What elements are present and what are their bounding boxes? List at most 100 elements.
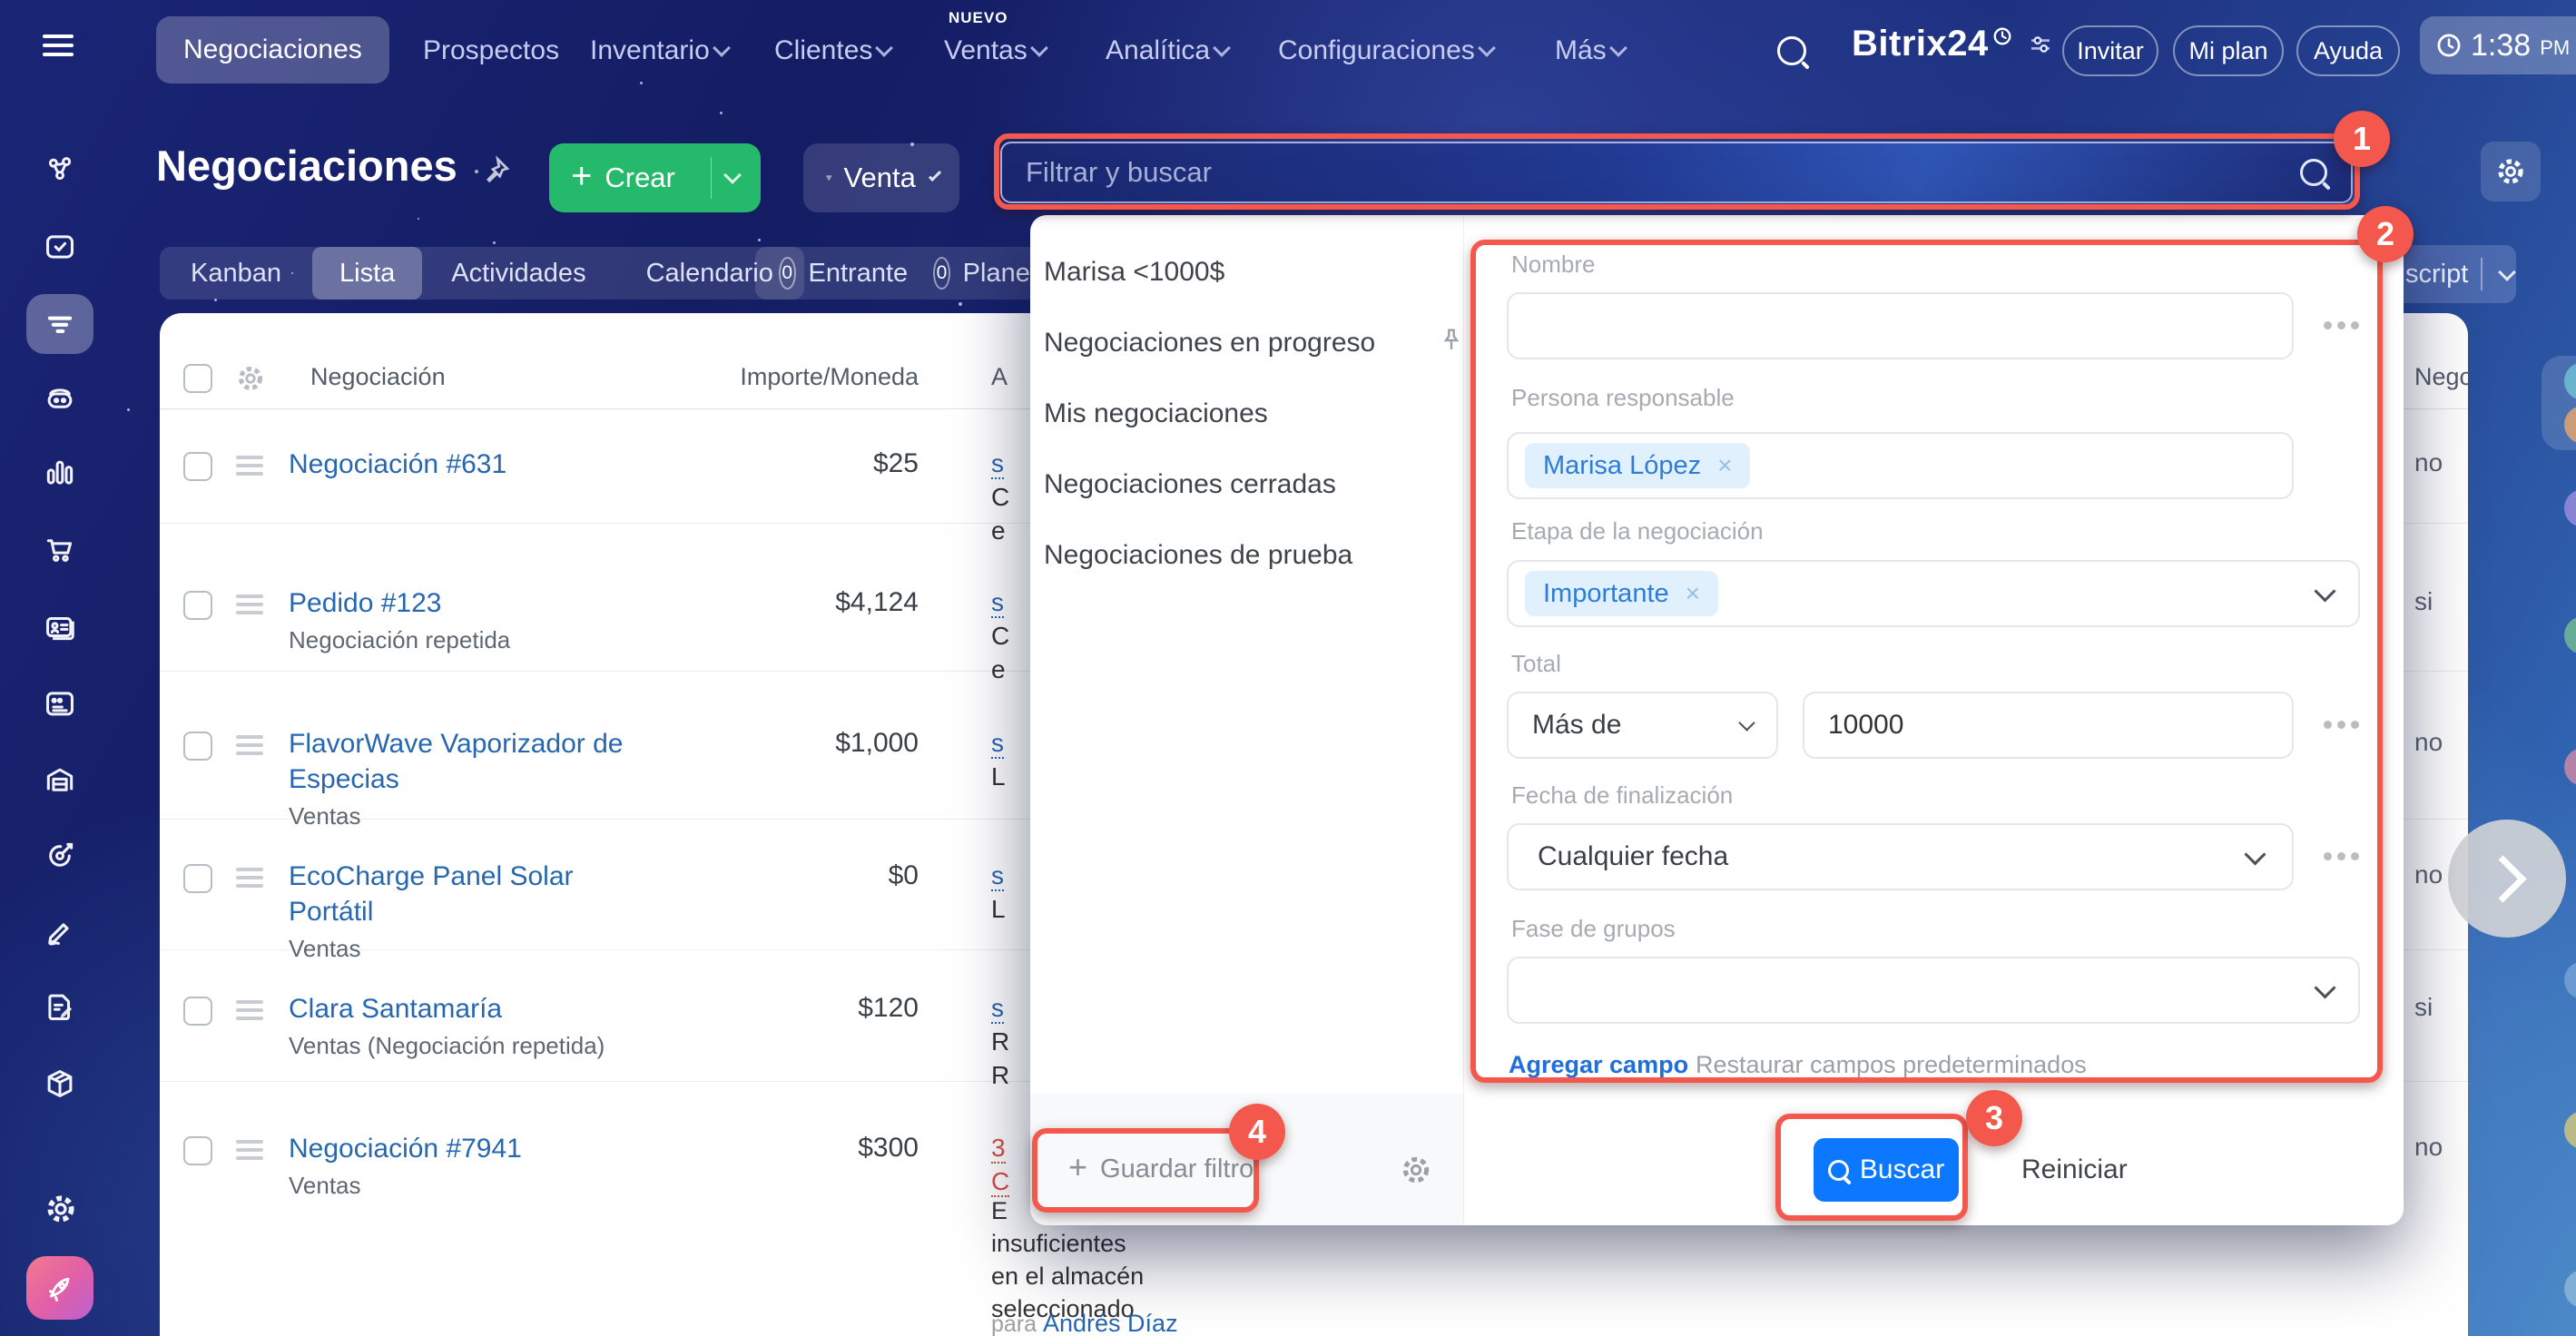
drag-handle-icon[interactable] (236, 868, 263, 871)
avatar (2564, 616, 2576, 654)
nav-label: Clientes (774, 35, 873, 65)
column-header-actividad[interactable]: A (991, 363, 1008, 391)
nav-item-mas[interactable]: Más (1555, 19, 1627, 83)
row-checkbox[interactable] (183, 452, 212, 481)
counter-entrante[interactable]: Entrante (809, 259, 909, 289)
divider (710, 157, 712, 199)
annotation-1-search-bar (994, 133, 2360, 210)
tab-kanban[interactable]: Kanban (160, 247, 312, 300)
column-header-negociacion[interactable]: Negociación (310, 363, 446, 391)
nav-item-inventario[interactable]: Inventario (590, 19, 731, 83)
sidebar-item-documents[interactable] (43, 989, 77, 1024)
chevron-down-icon (712, 39, 731, 57)
activity-overdue-link[interactable]: 3 C (991, 1131, 1010, 1198)
nav-item-prospectos[interactable]: Prospectos (423, 19, 559, 83)
sidebar-item-settings[interactable] (43, 1191, 77, 1225)
clock-logo-icon (1993, 27, 2011, 44)
saved-filter-item[interactable]: Negociaciones cerradas (1044, 469, 1336, 500)
saved-filter-item[interactable]: Marisa <1000$ (1044, 257, 1224, 288)
sidebar-item-marketing[interactable] (43, 839, 77, 873)
page-settings-button[interactable] (2481, 142, 2541, 201)
row-checkbox[interactable] (183, 1136, 212, 1165)
sidebar-item-inventory[interactable] (43, 1066, 77, 1101)
column-header-importe[interactable]: Importe/Moneda (740, 363, 919, 391)
row-checkbox[interactable] (183, 997, 212, 1026)
nav-item-configuraciones[interactable]: Configuraciones (1278, 19, 1496, 83)
row-checkbox[interactable] (183, 864, 212, 893)
deal-link[interactable]: Negociación #7941 (289, 1134, 522, 1164)
drag-handle-icon[interactable] (236, 1140, 263, 1144)
nav-item-clientes[interactable]: Clientes (774, 19, 894, 83)
nav-item-analitica[interactable]: Analítica (1106, 19, 1231, 83)
reiniciar-button[interactable]: Reiniciar (2021, 1154, 2128, 1185)
counter-badge: 0 (933, 257, 950, 290)
chevron-down-icon (928, 168, 942, 182)
pin-title-icon[interactable] (479, 154, 512, 187)
search-icon[interactable] (1777, 36, 1806, 65)
chevron-right-icon (2478, 854, 2527, 903)
chevron-down-icon (2497, 263, 2516, 281)
tab-lista[interactable]: Lista (312, 247, 423, 300)
script-label: script (2405, 259, 2469, 289)
assignee-link[interactable]: Andrés Díaz (1043, 1310, 1178, 1336)
filter-settings-gear-icon[interactable] (1398, 1152, 1434, 1188)
deal-subtitle: Ventas (289, 802, 361, 830)
saved-filter-item[interactable]: Negociaciones en progreso (1044, 328, 1375, 359)
drag-handle-icon[interactable] (236, 1000, 263, 1004)
annotation-badge-2: 2 (2357, 206, 2414, 262)
divider (1463, 215, 1464, 1225)
sidebar-item-sign[interactable] (43, 914, 77, 948)
gear-icon (2498, 159, 2523, 184)
invitar-button[interactable]: Invitar (2062, 25, 2158, 76)
pin-icon[interactable] (1437, 326, 1466, 355)
saved-filter-item[interactable]: Mis negociaciones (1044, 398, 1268, 429)
nav-item-negociaciones[interactable]: Negociaciones (156, 16, 389, 84)
scroll-right-button[interactable] (2448, 820, 2566, 938)
deal-subtitle: Ventas (289, 935, 361, 962)
saved-filter-item[interactable]: Negociaciones de prueba (1044, 540, 1352, 571)
table-settings-gear-icon[interactable] (234, 362, 267, 395)
activity-cell: s C e (991, 588, 1010, 683)
venta-funnel-button[interactable]: Venta (803, 143, 959, 212)
sidebar-item-contacts[interactable] (43, 610, 77, 644)
sidebar-item-store[interactable] (43, 533, 77, 567)
drag-handle-icon[interactable] (236, 594, 263, 598)
tab-actividades[interactable]: Actividades (422, 247, 615, 300)
column-header-right[interactable]: Negociación (2414, 363, 2468, 391)
deal-amount: $120 (858, 993, 919, 1023)
deal-link[interactable]: Negociación #631 (289, 449, 506, 479)
drag-handle-icon[interactable] (236, 456, 263, 459)
mi-plan-button[interactable]: Mi plan (2173, 25, 2284, 76)
sidebar-item-calendar[interactable] (43, 686, 77, 721)
annotation-2-filter-form (1470, 240, 2383, 1083)
crear-button[interactable]: + Crear (549, 143, 761, 212)
deal-link[interactable]: Pedido #123 (289, 588, 442, 618)
time-widget[interactable]: 1:38 PM (2420, 16, 2576, 74)
deal-link[interactable]: FlavorWave Vaporizador de Especias (289, 729, 624, 794)
counter-badge: 0 (779, 257, 796, 290)
sidebar-item-warehouse[interactable] (43, 763, 77, 798)
row-checkbox[interactable] (183, 591, 212, 620)
ayuda-button[interactable]: Ayuda (2296, 25, 2400, 76)
deal-flag: no (2414, 860, 2443, 889)
deal-flag: no (2414, 728, 2443, 756)
nav-label: Negociaciones (183, 34, 362, 64)
avatar (2564, 489, 2576, 527)
activity-cell: s R R (991, 994, 1010, 1089)
sliders-icon[interactable] (2025, 31, 2056, 58)
row-checkbox[interactable] (183, 732, 212, 761)
activity-assignee: para Andrés Díaz (991, 1310, 1178, 1336)
bitrix24-app: Negociaciones Prospectos Inventario Clie… (0, 0, 2576, 1336)
drag-handle-icon[interactable] (236, 735, 263, 739)
menu-icon[interactable] (43, 34, 74, 38)
select-all-checkbox[interactable] (183, 364, 212, 393)
page-title: Negociaciones (156, 142, 457, 190)
deal-link[interactable]: EcoCharge Panel Solar Portátil (289, 861, 574, 927)
sidebar-item-upgrade[interactable] (26, 1256, 93, 1320)
sidebar-item-analytics[interactable] (43, 456, 77, 490)
nav-item-ventas[interactable]: Ventas (944, 19, 1048, 83)
deal-link[interactable]: Clara Santamaría (289, 994, 502, 1024)
annotation-badge-1: 1 (2334, 111, 2390, 167)
divider (2481, 258, 2483, 290)
sidebar-item-copilot[interactable] (43, 380, 77, 415)
